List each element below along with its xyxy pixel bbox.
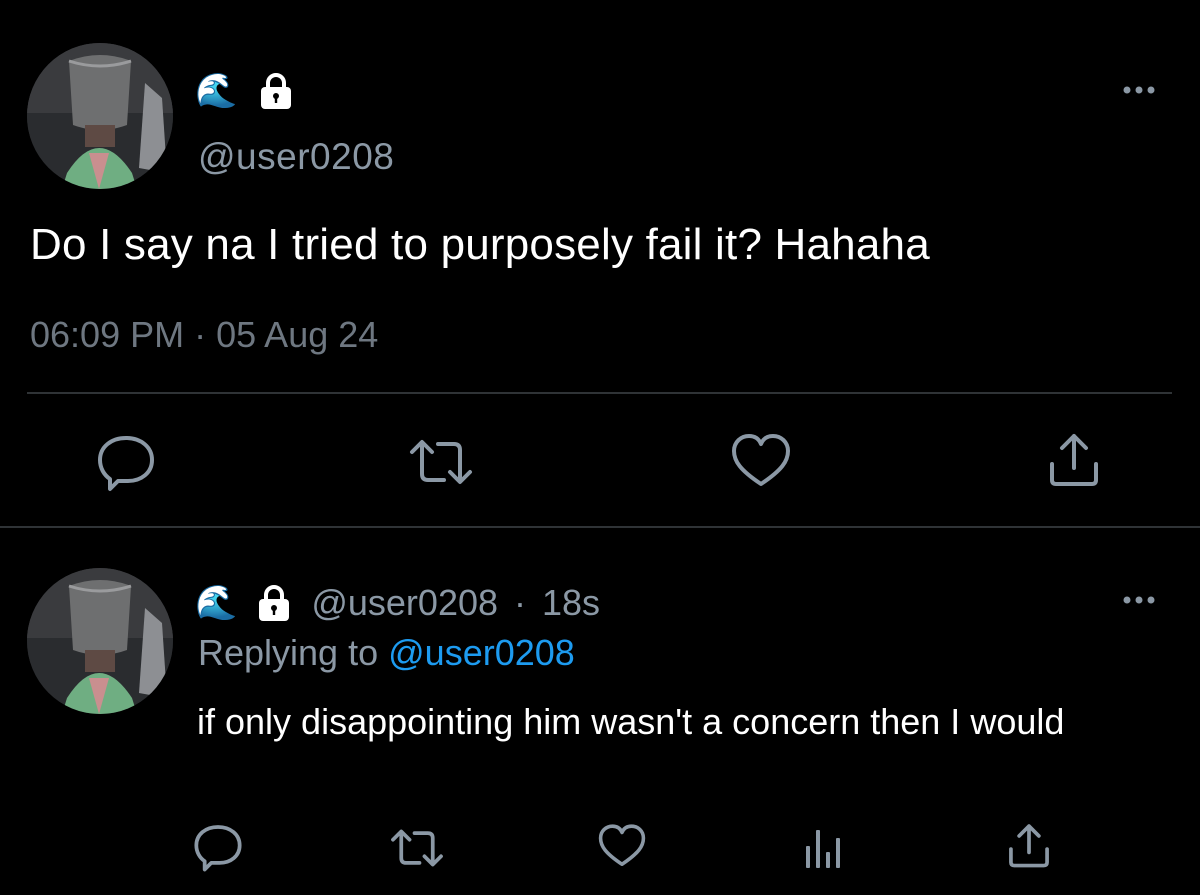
tweet-text: Do I say na I tried to purposely fail it…: [30, 220, 930, 269]
share-icon[interactable]: [1006, 820, 1052, 870]
reply-tweet[interactable]: 🌊 @user0208 · 18s Replying to @user0208 …: [0, 530, 1200, 895]
tweet-thread-view: 🌊 @user0208 Do I say na I tried to purpo…: [0, 0, 1200, 895]
avatar-image: [27, 568, 173, 714]
main-tweet: 🌊 @user0208 Do I say na I tried to purpo…: [0, 0, 1200, 528]
tweet-time: 06:09 PM: [30, 314, 185, 355]
like-icon[interactable]: [597, 823, 647, 869]
lock-icon: [261, 73, 292, 109]
header-separator: ·: [514, 582, 527, 623]
reply-icon[interactable]: [193, 822, 243, 872]
tweet-timestamp[interactable]: 06:09 PM · 05 Aug 24: [30, 314, 378, 356]
reply-text: if only disappointing him wasn't a conce…: [197, 701, 1065, 742]
reply-icon[interactable]: [96, 432, 156, 492]
replying-to-label: Replying to: [198, 632, 379, 673]
replying-to-mention[interactable]: @user0208: [388, 632, 575, 673]
replying-to-line: Replying to @user0208: [198, 632, 575, 674]
avatar-image: [27, 43, 173, 189]
tweet-date: 05 Aug 24: [216, 314, 379, 355]
share-icon[interactable]: [1046, 430, 1102, 488]
wave-emoji-icon: 🌊: [195, 583, 238, 623]
analytics-icon[interactable]: [800, 824, 848, 870]
display-name-row: 🌊: [195, 68, 297, 114]
more-options-icon[interactable]: [1115, 75, 1163, 105]
timestamp-separator: ·: [194, 314, 207, 355]
retweet-icon[interactable]: [388, 826, 446, 870]
more-options-icon[interactable]: [1115, 585, 1163, 615]
lock-icon: [259, 585, 290, 621]
wave-emoji-icon: 🌊: [195, 71, 238, 111]
avatar[interactable]: [27, 568, 173, 714]
reply-age[interactable]: 18s: [542, 582, 600, 624]
divider: [27, 392, 1172, 394]
author-handle[interactable]: @user0208: [198, 136, 394, 178]
reply-author-handle[interactable]: @user0208: [311, 582, 498, 624]
avatar[interactable]: [27, 43, 173, 189]
reply-header: 🌊 @user0208 · 18s: [195, 580, 600, 626]
retweet-icon[interactable]: [406, 436, 476, 488]
like-icon[interactable]: [730, 432, 792, 490]
